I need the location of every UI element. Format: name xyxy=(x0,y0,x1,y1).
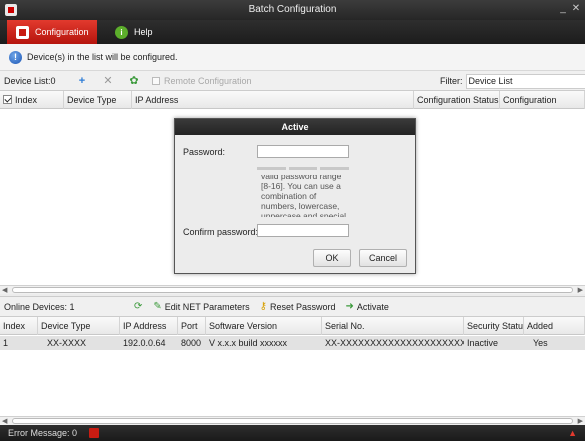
col-device-type[interactable]: Device Type xyxy=(38,317,120,335)
col-software-version[interactable]: Software Version xyxy=(206,317,322,335)
cell-device-type: XX-XXXX xyxy=(47,338,87,348)
scroll-left-icon[interactable]: ◀ xyxy=(2,286,7,294)
remote-configuration-label: Remote Configuration xyxy=(164,75,252,86)
info-icon: ! xyxy=(9,50,22,64)
remote-configuration-button[interactable]: Remote Configuration xyxy=(152,76,252,86)
col-added[interactable]: Added xyxy=(524,317,585,335)
menu-bar: Configuration i Help xyxy=(0,20,585,44)
settings-icon[interactable]: ✿ xyxy=(126,74,142,87)
reset-password-label: Reset Password xyxy=(269,301,336,312)
dialog-title: Active xyxy=(175,119,415,135)
status-bar: Error Message: 0 ▲ xyxy=(0,425,585,441)
key-icon: ⚷ xyxy=(259,301,267,312)
reset-password-button[interactable]: ⚷ Reset Password xyxy=(260,301,336,312)
scroll-left-icon[interactable]: ◀ xyxy=(2,417,7,425)
tab-help[interactable]: i Help xyxy=(106,20,166,44)
col-index[interactable]: Index xyxy=(0,91,64,109)
device-list-scrollbar[interactable]: ◀ ▶ xyxy=(0,285,585,294)
col-ip-address[interactable]: IP Address xyxy=(132,91,414,109)
online-devices-scrollbar[interactable]: ◀ ▶ xyxy=(0,416,585,425)
pencil-icon: ✎ xyxy=(153,301,162,312)
notice-text: Device(s) in the list will be configured… xyxy=(27,52,178,62)
help-icon: i xyxy=(115,25,128,39)
col-security-status[interactable]: Security Status xyxy=(464,317,524,335)
error-icon[interactable] xyxy=(89,428,100,438)
minimize-button[interactable]: _ xyxy=(557,3,569,15)
filter-input[interactable]: Device List xyxy=(465,73,585,89)
activate-icon: ➜ xyxy=(345,301,354,312)
password-hint: valid password range [8-16]. You can use… xyxy=(261,175,347,217)
tab-configuration-label: Configuration xyxy=(35,27,89,37)
remove-icon[interactable]: ✕ xyxy=(100,74,116,87)
scroll-right-icon[interactable]: ▶ xyxy=(578,417,583,425)
table-row[interactable]: 1 XX-XXXX 192.0.0.64 8000 V x.x.x build … xyxy=(0,336,585,350)
ok-button[interactable]: OK xyxy=(313,249,351,267)
select-all-checkbox[interactable] xyxy=(3,95,12,104)
cell-added: Yes xyxy=(533,338,548,348)
device-list-header: Index Device Type IP Address Configurati… xyxy=(0,91,585,109)
col-index[interactable]: Index xyxy=(0,317,38,335)
error-message: Error Message: 0 xyxy=(8,428,78,438)
col-device-type[interactable]: Device Type xyxy=(64,91,132,109)
activate-label: Activate xyxy=(356,301,389,312)
cell-serial-no: XX-XXXXXXXXXXXXXXXXXXXXX xyxy=(325,338,464,348)
close-button[interactable]: ✕ xyxy=(570,3,582,15)
online-devices-toolbar: Online Devices: 1 ⟳ ✎ Edit NET Parameter… xyxy=(0,296,585,316)
cell-security-status: Inactive xyxy=(467,338,499,348)
col-configuration[interactable]: Configuration xyxy=(500,91,585,109)
password-label: Password: xyxy=(183,147,226,157)
scroll-thumb[interactable] xyxy=(12,418,573,424)
cell-index: 1 xyxy=(3,338,9,348)
add-icon[interactable]: + xyxy=(74,75,90,87)
title-bar: Batch Configuration _ ✕ xyxy=(0,0,585,20)
confirm-password-label: Confirm password: xyxy=(183,227,259,237)
edit-net-button[interactable]: ✎ Edit NET Parameters xyxy=(153,301,249,312)
configuration-icon xyxy=(16,25,29,39)
remote-configuration-checkbox[interactable] xyxy=(152,76,160,85)
activate-button[interactable]: ➜ Activate xyxy=(346,301,389,312)
active-dialog: Active Password: valid password range [8… xyxy=(174,118,416,274)
password-input[interactable] xyxy=(257,145,349,158)
cell-ip-address: 192.0.0.64 xyxy=(123,338,166,348)
col-ip-address[interactable]: IP Address xyxy=(120,317,178,335)
password-strength-meter xyxy=(257,167,350,170)
cell-port: 8000 xyxy=(181,338,202,348)
online-devices-header: Index Device Type IP Address Port Softwa… xyxy=(0,317,585,335)
confirm-password-input[interactable] xyxy=(257,224,349,237)
chevron-up-icon[interactable]: ▲ xyxy=(568,428,577,438)
online-devices-count: Online Devices: 1 xyxy=(4,301,75,312)
window-title: Batch Configuration xyxy=(248,4,337,15)
scroll-thumb[interactable] xyxy=(12,287,573,293)
col-configuration-status[interactable]: Configuration Status xyxy=(414,91,500,109)
edit-net-label: Edit NET Parameters xyxy=(164,301,250,312)
col-serial-no[interactable]: Serial No. xyxy=(322,317,464,335)
filter-area: Filter: Device List xyxy=(440,71,585,91)
cell-software-version: V x.x.x build xxxxxx xyxy=(209,338,288,348)
refresh-icon: ⟳ xyxy=(134,301,143,312)
scroll-right-icon[interactable]: ▶ xyxy=(578,286,583,294)
online-devices-table: Index Device Type IP Address Port Softwa… xyxy=(0,316,585,416)
notice-bar: ! Device(s) in the list will be configur… xyxy=(0,44,585,70)
device-list-count: Device List:0 xyxy=(4,75,56,86)
col-port[interactable]: Port xyxy=(178,317,206,335)
tab-help-label: Help xyxy=(134,27,153,37)
tab-configuration[interactable]: Configuration xyxy=(7,20,97,44)
device-list-toolbar: Device List:0 + ✕ ✿ Remote Configuration… xyxy=(0,70,585,90)
cancel-button[interactable]: Cancel xyxy=(359,249,407,267)
refresh-button[interactable]: ⟳ xyxy=(134,301,145,312)
filter-label: Filter: xyxy=(440,76,463,86)
